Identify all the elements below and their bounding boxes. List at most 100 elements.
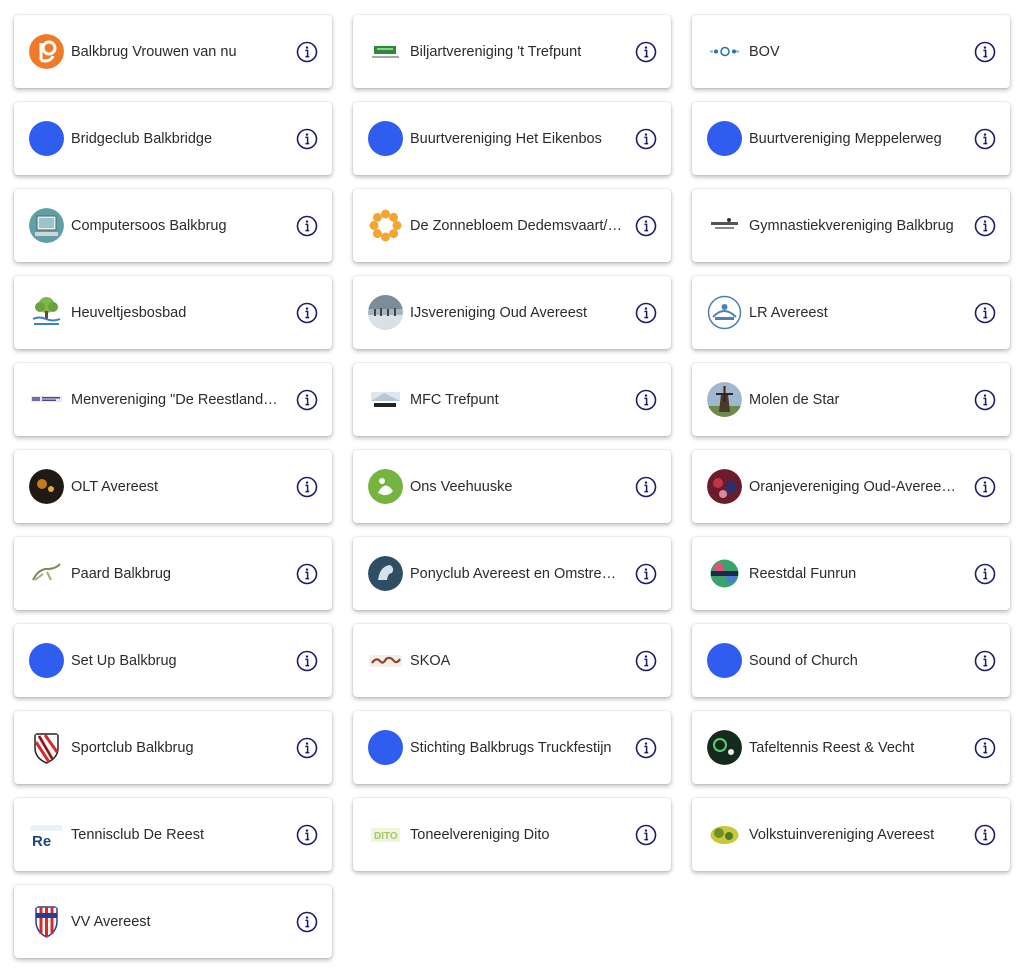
club-card[interactable]: Ponyclub Avereest en Omstreken xyxy=(353,537,671,610)
info-icon[interactable] xyxy=(296,389,318,411)
club-name: Biljartvereniging 't Trefpunt xyxy=(410,43,582,60)
info-icon[interactable] xyxy=(296,650,318,672)
club-card[interactable]: Molen de Star xyxy=(692,363,1010,436)
club-grid: Balkbrug Vrouwen van nu Biljartvereniging… xyxy=(14,15,1010,958)
club-logo-placeholder xyxy=(707,643,742,678)
club-name: Toneelvereniging Dito xyxy=(410,826,550,843)
club-logo xyxy=(29,34,64,69)
info-icon[interactable] xyxy=(974,737,996,759)
club-card[interactable]: IJsvereniging Oud Avereest xyxy=(353,276,671,349)
info-icon[interactable] xyxy=(635,41,657,63)
club-logo xyxy=(368,382,403,417)
info-icon[interactable] xyxy=(974,476,996,498)
club-name: SKOA xyxy=(410,652,451,669)
info-icon[interactable] xyxy=(635,215,657,237)
info-icon[interactable] xyxy=(296,737,318,759)
club-name: MFC Trefpunt xyxy=(410,391,499,408)
club-name: Sound of Church xyxy=(749,652,858,669)
club-card[interactable]: Re Tennisclub De Reest xyxy=(14,798,332,871)
club-logo xyxy=(707,817,742,852)
club-logo xyxy=(368,556,403,591)
club-logo-placeholder xyxy=(29,643,64,678)
info-icon[interactable] xyxy=(974,128,996,150)
club-card[interactable]: Sound of Church xyxy=(692,624,1010,697)
club-logo xyxy=(707,730,742,765)
club-name: Sportclub Balkbrug xyxy=(71,739,194,756)
club-card[interactable]: Menvereniging "De Reestlandk… xyxy=(14,363,332,436)
club-name: Balkbrug Vrouwen van nu xyxy=(71,43,237,60)
club-name: Tafeltennis Reest & Vecht xyxy=(749,739,915,756)
club-card[interactable]: Buurtvereniging Het Eikenbos xyxy=(353,102,671,175)
club-logo-placeholder xyxy=(29,121,64,156)
info-icon[interactable] xyxy=(635,563,657,585)
club-card[interactable]: DITO Toneelvereniging Dito xyxy=(353,798,671,871)
club-card[interactable]: BOV xyxy=(692,15,1010,88)
club-logo xyxy=(29,295,64,330)
info-icon[interactable] xyxy=(296,41,318,63)
info-icon[interactable] xyxy=(635,476,657,498)
club-logo-placeholder xyxy=(368,121,403,156)
club-logo xyxy=(368,469,403,504)
info-icon[interactable] xyxy=(296,563,318,585)
club-name: IJsvereniging Oud Avereest xyxy=(410,304,588,321)
club-card[interactable]: Set Up Balkbrug xyxy=(14,624,332,697)
info-icon[interactable] xyxy=(296,476,318,498)
club-card[interactable]: Balkbrug Vrouwen van nu xyxy=(14,15,332,88)
info-icon[interactable] xyxy=(635,824,657,846)
club-card[interactable]: Reestdal Funrun xyxy=(692,537,1010,610)
club-card[interactable]: Buurtvereniging Meppelerweg xyxy=(692,102,1010,175)
club-card[interactable]: Stichting Balkbrugs Truckfestijn xyxy=(353,711,671,784)
info-icon[interactable] xyxy=(974,389,996,411)
svg-text:Re: Re xyxy=(32,833,51,850)
info-icon[interactable] xyxy=(974,41,996,63)
club-logo xyxy=(29,208,64,243)
info-icon[interactable] xyxy=(974,563,996,585)
info-icon[interactable] xyxy=(635,389,657,411)
club-card[interactable]: Oranjevereniging Oud-Averees… xyxy=(692,450,1010,523)
club-logo xyxy=(707,469,742,504)
club-card[interactable]: LR Avereest xyxy=(692,276,1010,349)
club-name: Ponyclub Avereest en Omstreken xyxy=(410,565,625,582)
club-card[interactable]: Bridgeclub Balkbridge xyxy=(14,102,332,175)
info-icon[interactable] xyxy=(635,650,657,672)
info-icon[interactable] xyxy=(635,737,657,759)
club-name: Tennisclub De Reest xyxy=(71,826,204,843)
info-icon[interactable] xyxy=(296,302,318,324)
info-icon[interactable] xyxy=(974,650,996,672)
info-icon[interactable] xyxy=(974,215,996,237)
info-icon[interactable] xyxy=(296,824,318,846)
club-name: Stichting Balkbrugs Truckfestijn xyxy=(410,739,612,756)
info-icon[interactable] xyxy=(635,128,657,150)
club-card[interactable]: Sportclub Balkbrug xyxy=(14,711,332,784)
info-icon[interactable] xyxy=(635,302,657,324)
club-logo-placeholder xyxy=(707,121,742,156)
club-name: De Zonnebloem Dedemsvaart/… xyxy=(410,217,622,234)
club-logo xyxy=(29,469,64,504)
club-card[interactable]: Volkstuinvereniging Avereest xyxy=(692,798,1010,871)
club-logo xyxy=(368,208,403,243)
club-name: Gymnastiekvereniging Balkbrug xyxy=(749,217,954,234)
club-card[interactable]: Tafeltennis Reest & Vecht xyxy=(692,711,1010,784)
club-card[interactable]: OLT Avereest xyxy=(14,450,332,523)
info-icon[interactable] xyxy=(974,302,996,324)
club-card[interactable]: MFC Trefpunt xyxy=(353,363,671,436)
club-logo-placeholder xyxy=(368,730,403,765)
club-logo xyxy=(707,382,742,417)
club-logo xyxy=(29,556,64,591)
info-icon[interactable] xyxy=(974,824,996,846)
info-icon[interactable] xyxy=(296,128,318,150)
club-card[interactable]: Biljartvereniging 't Trefpunt xyxy=(353,15,671,88)
club-name: Buurtvereniging Meppelerweg xyxy=(749,130,942,147)
club-name: Buurtvereniging Het Eikenbos xyxy=(410,130,602,147)
club-card[interactable]: Heuveltjesbosbad xyxy=(14,276,332,349)
club-card[interactable]: SKOA xyxy=(353,624,671,697)
club-card[interactable]: Ons Veehuuske xyxy=(353,450,671,523)
club-card[interactable]: Computersoos Balkbrug xyxy=(14,189,332,262)
club-card[interactable]: VV Avereest xyxy=(14,885,332,958)
info-icon[interactable] xyxy=(296,215,318,237)
club-card[interactable]: De Zonnebloem Dedemsvaart/… xyxy=(353,189,671,262)
club-card[interactable]: Paard Balkbrug xyxy=(14,537,332,610)
info-icon[interactable] xyxy=(296,911,318,933)
club-card[interactable]: Gymnastiekvereniging Balkbrug xyxy=(692,189,1010,262)
club-logo xyxy=(29,730,64,765)
